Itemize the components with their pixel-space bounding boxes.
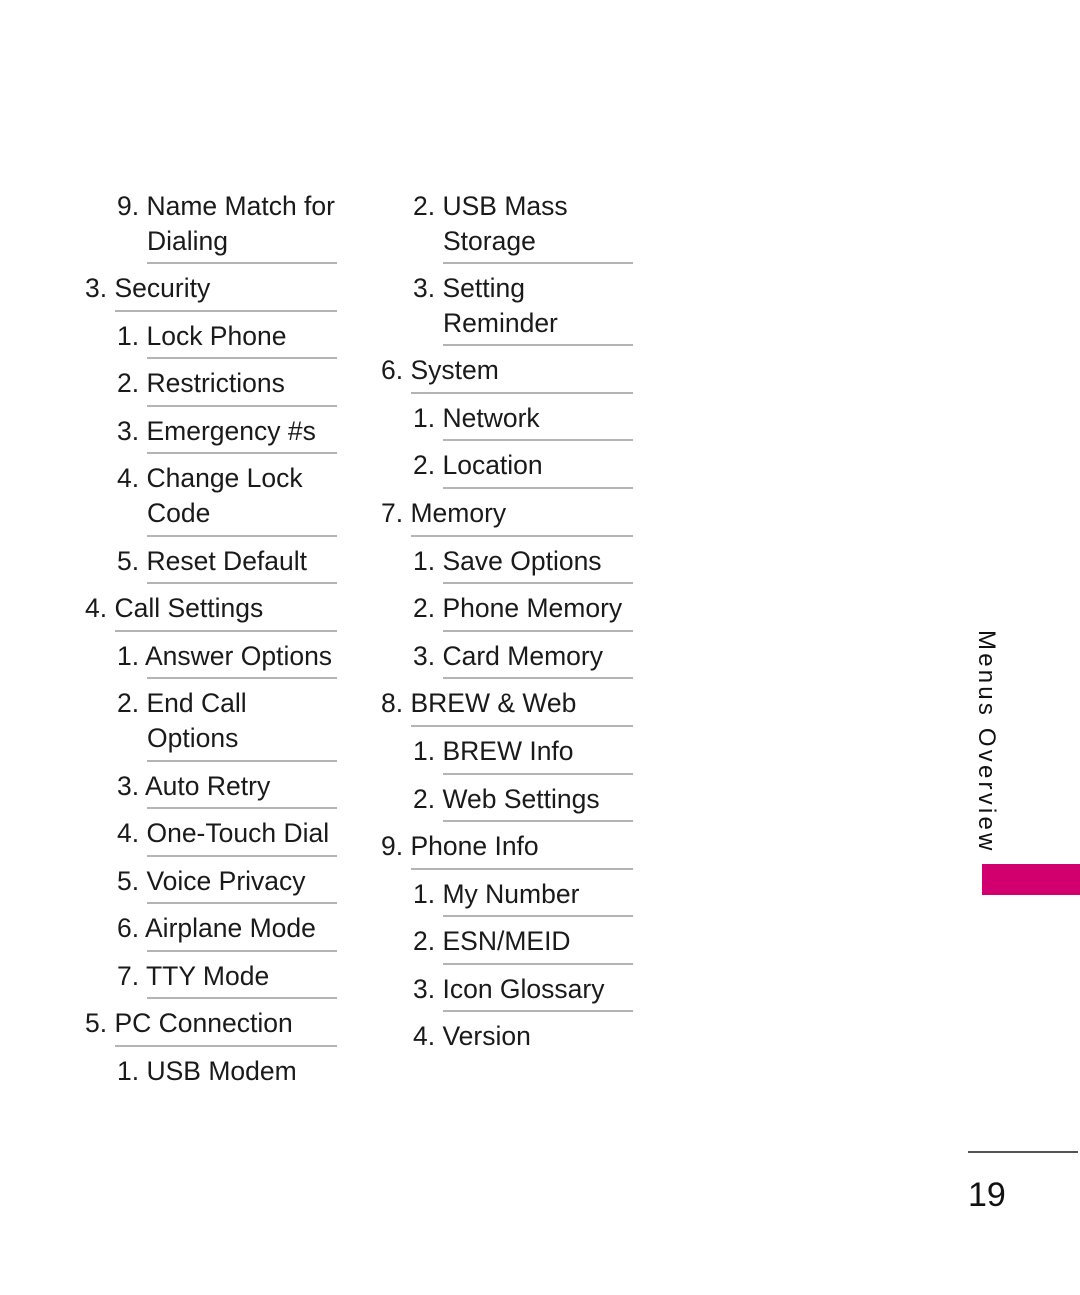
menu-item: 4. Version [413,1021,531,1052]
menu-item: 3. Setting Reminder [413,264,633,347]
menu-item: 5. Reset Default [117,537,337,585]
menu-item: 4. Call Settings [85,584,337,632]
menu-item: 1. Answer Options [117,632,337,680]
menu-item: 2. End Call Options [117,679,337,762]
menu-item: 7. TTY Mode [117,952,337,1000]
menu-column-left: 9. Name Match for Dialing 3. Security 1. L… [85,182,337,1093]
menu-item: 4. Change Lock Code [117,454,337,537]
menu-item: 7. Memory [381,489,633,537]
menu-item: 9. Name Match for Dialing [117,182,337,265]
menu-item: 3. Emergency #s [117,407,337,455]
menu-item: 1. USB Modem [117,1055,297,1086]
menu-item: 2. Phone Memory [413,584,633,632]
menu-item: 2. Restrictions [117,359,337,407]
section-tab-marker [982,864,1080,895]
menu-item: 6. System [381,346,633,394]
menu-item: 1. Lock Phone [117,312,337,360]
menu-item: 1. Network [413,394,633,442]
menu-item: 2. Location [413,441,633,490]
menu-item: 1. My Number [413,870,633,918]
footer-rule [968,1151,1078,1153]
menu-item: 3. Auto Retry [117,762,337,810]
menu-item: 3. Card Memory [413,632,633,680]
page-number: 19 [968,1176,1006,1214]
menu-item: 8. BREW & Web [381,679,633,727]
menu-item: 5. PC Connection [85,999,337,1047]
menu-item: 2. Web Settings [413,775,633,823]
section-tab-text: Menus Overview [973,630,1000,854]
menu-item: 9. Phone Info [381,822,633,870]
manual-page: 9. Name Match for Dialing 3. Security 1. L… [0,0,1080,1295]
menu-item: 6. Airplane Mode [117,904,337,952]
menu-column-right: 2. USB Mass Storage 3. Setting Reminder 6.… [381,182,633,1058]
menu-item: 2. USB Mass Storage [413,182,633,265]
menu-item: 3. Icon Glossary [413,965,633,1013]
menu-item: 1. Save Options [413,537,633,585]
menu-item: 1. BREW Info [413,727,633,775]
menu-item: 3. Security [85,264,337,312]
menu-item: 4. One-Touch Dial [117,809,337,857]
menu-item: 2. ESN/MEID [413,917,633,965]
menu-item: 5. Voice Privacy [117,857,337,905]
